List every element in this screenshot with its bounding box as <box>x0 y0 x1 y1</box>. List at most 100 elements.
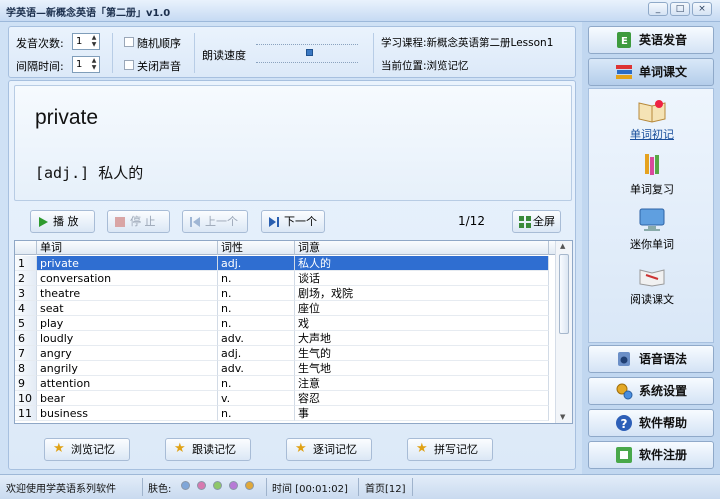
window-title: 学英语—新概念英语「第二册」v1.0 <box>6 8 171 19</box>
column-header-word[interactable]: 单词 <box>37 241 218 255</box>
sidebar-subitem-mini-words[interactable]: 迷你单词 <box>589 207 715 252</box>
slider-thumb[interactable] <box>306 49 313 56</box>
word-table[interactable]: 单词 词性 词意 1 private adj. 私人的 2 conversation n. 谈… <box>14 240 573 424</box>
sidebar-item-register[interactable]: 软件注册 <box>588 441 714 469</box>
status-bar: 欢迎使用学英语系列软件 肤色: 时间 [00:01:02] 首页[12] <box>0 474 720 499</box>
pos-cell: adj. <box>218 346 295 361</box>
book-icon: E <box>617 32 631 48</box>
row-number-cell: 4 <box>15 301 37 316</box>
divider <box>412 478 413 496</box>
mode-follow-button[interactable]: ★ 跟读记忆 <box>165 438 251 461</box>
sidebar-item-settings[interactable]: 系统设置 <box>588 377 714 405</box>
word-counter: 1/12 <box>458 214 485 228</box>
next-button[interactable]: 下一个 <box>261 210 325 233</box>
meaning-cell: 容忍 <box>295 391 549 406</box>
skin-label: 肤色: <box>148 484 172 495</box>
play-button[interactable]: 播 放 <box>30 210 95 233</box>
word-cell: loudly <box>37 331 218 346</box>
lesson-subpanel: 单词初记 单词复习 迷你单词 阅读课文 <box>588 88 714 343</box>
current-meaning: [adj.] 私人的 <box>35 164 144 182</box>
sidebar-subitem-first-learn[interactable]: 单词初记 <box>589 97 715 142</box>
open-book-icon <box>638 100 666 123</box>
table-header: 单词 词性 词意 <box>15 241 555 255</box>
pos-cell: v. <box>218 391 295 406</box>
sidebar-item-help[interactable]: ? 软件帮助 <box>588 409 714 437</box>
meaning-cell: 谈话 <box>295 271 549 286</box>
divider <box>142 478 143 496</box>
divider <box>266 478 267 496</box>
meaning-cell: 生气的 <box>295 346 549 361</box>
divider <box>358 478 359 496</box>
skin-color-swatch[interactable] <box>245 481 254 490</box>
skin-color-swatch[interactable] <box>181 481 190 490</box>
help-icon: ? <box>616 415 632 431</box>
books-stack-icon <box>616 65 632 79</box>
svg-text:?: ? <box>621 417 628 431</box>
meaning-cell: 座位 <box>295 301 549 316</box>
close-button[interactable]: × <box>692 2 712 16</box>
mode-browse-button[interactable]: ★ 浏览记忆 <box>44 438 130 461</box>
meaning-cell: 剧场，戏院 <box>295 286 549 301</box>
skin-color-swatch[interactable] <box>197 481 206 490</box>
speed-slider[interactable] <box>256 40 358 67</box>
title-bar: 学英语—新概念英语「第二册」v1.0 _ □ × <box>0 0 720 22</box>
fullscreen-button[interactable]: 全屏 <box>512 210 561 233</box>
meaning-cell: 戏 <box>295 316 549 331</box>
word-cell: business <box>37 406 218 421</box>
sidebar-subitem-reading[interactable]: 阅读课文 <box>589 262 715 307</box>
stepper-arrows-icon[interactable]: ▲ ▼ <box>89 34 99 49</box>
scroll-down-icon[interactable]: ▼ <box>560 413 565 421</box>
scroll-up-icon[interactable]: ▲ <box>560 242 565 250</box>
pos-cell: n. <box>218 286 295 301</box>
current-word: private <box>35 106 99 129</box>
course-info: 学习课程:新概念英语第二册Lesson1 <box>381 37 554 49</box>
mode-spelling-button[interactable]: ★ 拼写记忆 <box>407 438 493 461</box>
fullscreen-icon <box>519 216 531 228</box>
row-number-cell: 3 <box>15 286 37 301</box>
previous-icon <box>190 217 200 227</box>
previous-button[interactable]: 上一个 <box>182 210 248 233</box>
status-welcome: 欢迎使用学英语系列软件 <box>6 484 116 495</box>
row-number-header <box>15 241 37 255</box>
skin-color-swatch[interactable] <box>213 481 222 490</box>
stepper-arrows-icon[interactable]: ▲ ▼ <box>89 57 99 72</box>
row-number-cell: 11 <box>15 406 37 421</box>
mode-word-by-word-button[interactable]: ★ 逐词记忆 <box>286 438 372 461</box>
sidebar-subitem-review[interactable]: 单词复习 <box>589 152 715 197</box>
sidebar-item-grammar[interactable]: 语音语法 <box>588 345 714 373</box>
word-cell: attention <box>37 376 218 391</box>
word-display: private [adj.] 私人的 <box>14 85 572 201</box>
pos-cell: n. <box>218 406 295 421</box>
sidebar-item-words-texts[interactable]: 单词课文 <box>588 58 714 86</box>
maximize-button[interactable]: □ <box>670 2 690 16</box>
random-order-checkbox[interactable] <box>124 37 134 47</box>
repeat-count-stepper[interactable]: 1 ▲ ▼ <box>72 33 100 50</box>
table-scrollbar[interactable]: ▲ ▼ <box>555 241 572 423</box>
pos-cell: n. <box>218 376 295 391</box>
word-cell: angrily <box>37 361 218 376</box>
skin-color-swatch[interactable] <box>229 481 238 490</box>
mute-label: 关闭声音 <box>137 60 181 73</box>
word-cell: bear <box>37 391 218 406</box>
pos-cell: adv. <box>218 361 295 376</box>
word-cell: seat <box>37 301 218 316</box>
scrollbar-thumb[interactable] <box>559 254 569 334</box>
column-header-meaning[interactable]: 词意 <box>295 241 549 255</box>
stop-button[interactable]: 停 止 <box>107 210 170 233</box>
row-number-cell: 6 <box>15 331 37 346</box>
row-number-cell: 9 <box>15 376 37 391</box>
pos-cell: adj. <box>218 256 295 271</box>
row-number-cell: 8 <box>15 361 37 376</box>
pos-cell: n. <box>218 316 295 331</box>
star-icon: ★ <box>295 441 307 456</box>
column-header-pos[interactable]: 词性 <box>218 241 295 255</box>
sidebar: E 英语发音 单词课文 单词初记 单词复习 迷你单词 阅读课文 语音语法 系统设… <box>582 22 720 474</box>
minimize-button[interactable]: _ <box>648 2 668 16</box>
meaning-cell: 注意 <box>295 376 549 391</box>
mute-checkbox[interactable] <box>124 60 134 70</box>
sidebar-item-pronunciation[interactable]: E 英语发音 <box>588 26 714 54</box>
reading-icon <box>639 269 665 287</box>
interval-stepper[interactable]: 1 ▲ ▼ <box>72 56 100 73</box>
word-cell: theatre <box>37 286 218 301</box>
star-icon: ★ <box>416 441 428 456</box>
